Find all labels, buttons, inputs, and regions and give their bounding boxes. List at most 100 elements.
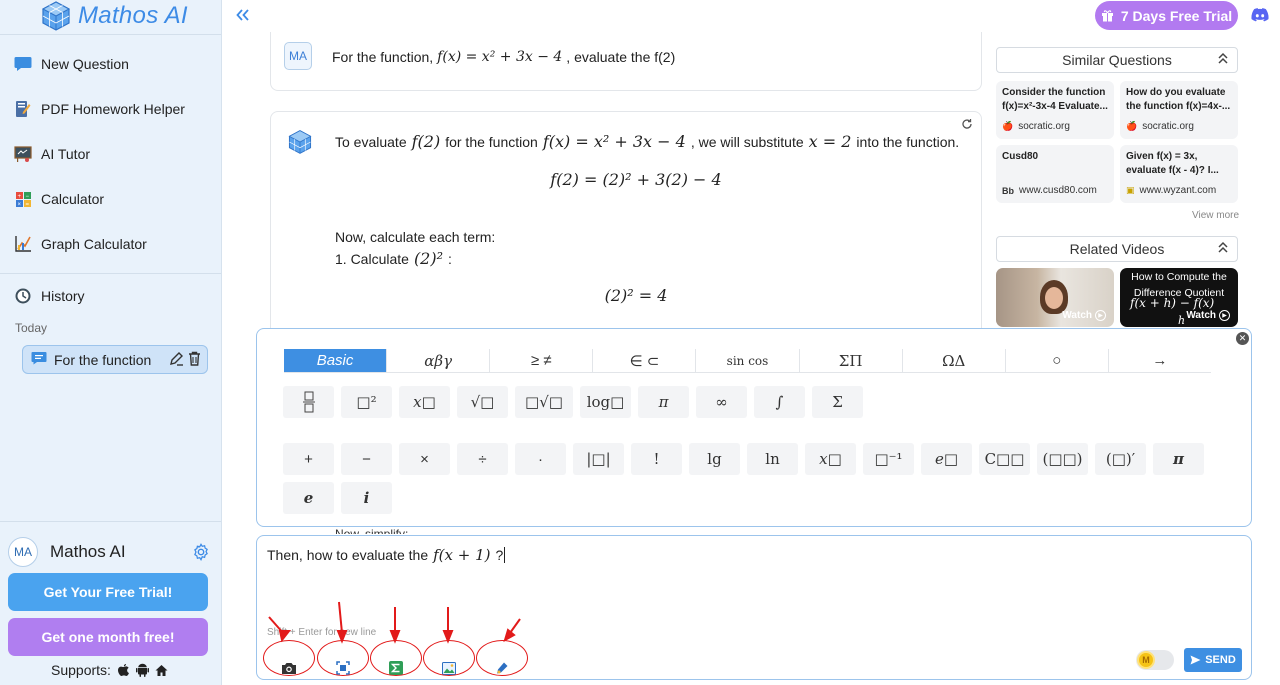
watch-button[interactable]: Watch ▶ <box>1062 310 1106 321</box>
sidebar-item-calculator[interactable]: + − × = Calculator <box>14 187 104 211</box>
chevron-up-icon[interactable] <box>1217 51 1229 68</box>
key-inverse[interactable]: □⁻¹ <box>863 443 914 475</box>
key-log[interactable]: log□ <box>580 386 631 418</box>
similar-question-card[interactable]: Cusd80 Bb www.cusd80.com <box>996 145 1114 203</box>
key-dot[interactable]: · <box>515 443 566 475</box>
watch-button[interactable]: Watch ▶ <box>1186 310 1230 321</box>
key-square[interactable]: □² <box>341 386 392 418</box>
divider <box>0 273 221 274</box>
key-times[interactable]: × <box>399 443 450 475</box>
sidebar-item-label: New Question <box>41 56 129 72</box>
get-month-free-button[interactable]: Get one month free! <box>8 618 208 656</box>
key-sqrt[interactable]: √□ <box>457 386 508 418</box>
key-derivative[interactable]: (□)′ <box>1095 443 1146 475</box>
tab-geometry[interactable]: ○ <box>1006 349 1109 372</box>
sidebar-item-label: AI Tutor <box>41 146 91 162</box>
key-plus[interactable]: + <box>283 443 334 475</box>
sidebar-item-history[interactable]: History <box>14 284 85 308</box>
key-divide[interactable]: ÷ <box>457 443 508 475</box>
play-icon: ▶ <box>1219 310 1230 321</box>
key-ln[interactable]: ln <box>747 443 798 475</box>
source: ▣ www.wyzant.com <box>1126 185 1216 196</box>
sidebar-item-graph-calculator[interactable]: Graph Calculator <box>14 232 147 256</box>
tab-greek-lower[interactable]: αβγ <box>387 349 491 372</box>
tab-trig[interactable]: sin cos <box>696 349 800 372</box>
get-free-trial-button[interactable]: Get Your Free Trial! <box>8 573 208 611</box>
edit-icon[interactable] <box>169 351 184 369</box>
section-title: Related Videos <box>1069 241 1165 257</box>
key-nth-root[interactable]: □√□ <box>515 386 573 418</box>
tab-arrows[interactable]: → <box>1109 349 1211 372</box>
view-more-link[interactable]: View more <box>1192 210 1239 221</box>
sidebar-item-ai-tutor[interactable]: AI Tutor <box>14 142 90 166</box>
key-subscript[interactable]: x□ <box>805 443 856 475</box>
key-pi-constant[interactable]: π <box>1153 443 1204 475</box>
key-lg[interactable]: lg <box>689 443 740 475</box>
tab-greek-upper[interactable]: ΩΔ <box>903 349 1006 372</box>
similar-question-card[interactable]: Given f(x) = 3x, evaluate f(x - 4)? I...… <box>1120 145 1238 203</box>
chevron-up-icon[interactable] <box>1217 240 1229 257</box>
sidebar-item-pdf-homework-helper[interactable]: PDF Homework Helper <box>14 97 185 121</box>
question-suffix: , evaluate the f(2) <box>566 49 676 65</box>
avatar[interactable]: MA <box>8 537 38 567</box>
tab-relations[interactable]: ≥ ≠ <box>490 349 594 372</box>
question-prefix: For the function, <box>332 49 434 65</box>
video-thumbnail[interactable]: Watch ▶ <box>996 268 1114 327</box>
key-power[interactable]: x□ <box>399 386 450 418</box>
send-button[interactable]: SEND <box>1184 648 1242 672</box>
gear-icon[interactable] <box>192 543 210 561</box>
blackboard-icon <box>14 145 32 163</box>
key-fraction[interactable] <box>283 386 334 418</box>
free-trial-button[interactable]: 7 Days Free Trial <box>1095 1 1238 30</box>
discord-icon[interactable] <box>1251 7 1269 23</box>
sidebar-item-label: Graph Calculator <box>41 236 147 252</box>
sidebar-item-label: History <box>41 288 85 304</box>
key-binomial[interactable]: (□□) <box>1037 443 1088 475</box>
key-factorial[interactable]: ! <box>631 443 682 475</box>
delete-icon[interactable] <box>188 351 201 369</box>
key-sum[interactable]: Σ <box>812 386 863 418</box>
annotation-circle <box>263 640 315 676</box>
similar-question-card[interactable]: Consider the function f(x)=x²-3x-4 Evalu… <box>996 81 1114 139</box>
send-icon <box>1190 655 1201 665</box>
tab-sets[interactable]: ∈ ⊂ <box>593 349 697 372</box>
video-thumbnail[interactable]: How to Compute the Difference Quotient f… <box>1120 268 1238 327</box>
key-i[interactable]: i <box>341 482 392 514</box>
play-icon: ▶ <box>1095 310 1106 321</box>
source-domain: www.wyzant.com <box>1139 185 1217 196</box>
supported-platforms: Supports: <box>51 662 168 678</box>
key-e[interactable]: e <box>283 482 334 514</box>
thumbnail-face <box>1045 287 1063 309</box>
history-item[interactable]: For the function <box>22 345 208 374</box>
similar-question-card[interactable]: How do you evaluate the function f(x)=4x… <box>1120 81 1238 139</box>
sidebar: Mathos AI New Question PDF Homework Help… <box>0 0 222 685</box>
math-keyboard: Basic αβγ ≥ ≠ ∈ ⊂ sin cos ΣΠ ΩΔ ○ → <box>256 328 1252 527</box>
sidebar-item-new-question[interactable]: New Question <box>14 52 129 76</box>
notebook-pen-icon <box>14 100 32 118</box>
supports-label: Supports: <box>51 662 111 678</box>
video-math-denominator: h <box>1178 314 1186 327</box>
key-pi[interactable]: π <box>638 386 689 418</box>
key-infinity[interactable]: ∞ <box>696 386 747 418</box>
related-videos-header[interactable]: Related Videos <box>996 236 1238 262</box>
coin-icon: M <box>1137 651 1155 669</box>
answer-text: : <box>448 250 452 267</box>
key-integral[interactable]: ∫ <box>754 386 805 418</box>
key-minus[interactable]: − <box>341 443 392 475</box>
key-combination[interactable]: C□□ <box>979 443 1030 475</box>
close-keyboard-icon[interactable]: ✕ <box>1236 332 1249 345</box>
input-content[interactable]: Then, how to evaluate the f(x + 1) ? <box>267 546 506 564</box>
key-exp[interactable]: e□ <box>921 443 972 475</box>
tab-basic[interactable]: Basic <box>284 349 388 372</box>
wyzant-favicon-icon: ▣ <box>1126 185 1135 195</box>
regenerate-icon[interactable] <box>961 118 973 133</box>
app-logo[interactable]: Mathos AI <box>40 0 188 32</box>
tab-sum-product[interactable]: ΣΠ <box>800 349 903 372</box>
sidebar-item-label: PDF Homework Helper <box>41 101 185 117</box>
collapse-sidebar-icon[interactable] <box>236 5 250 26</box>
similar-questions-header[interactable]: Similar Questions <box>996 47 1238 73</box>
answer-text: for the function <box>445 133 538 150</box>
similar-question-title: Given f(x) = 3x, evaluate f(x - 4)? I... <box>1126 151 1219 176</box>
mathos-coin-toggle[interactable]: M <box>1136 650 1174 670</box>
key-abs[interactable]: |□| <box>573 443 624 475</box>
